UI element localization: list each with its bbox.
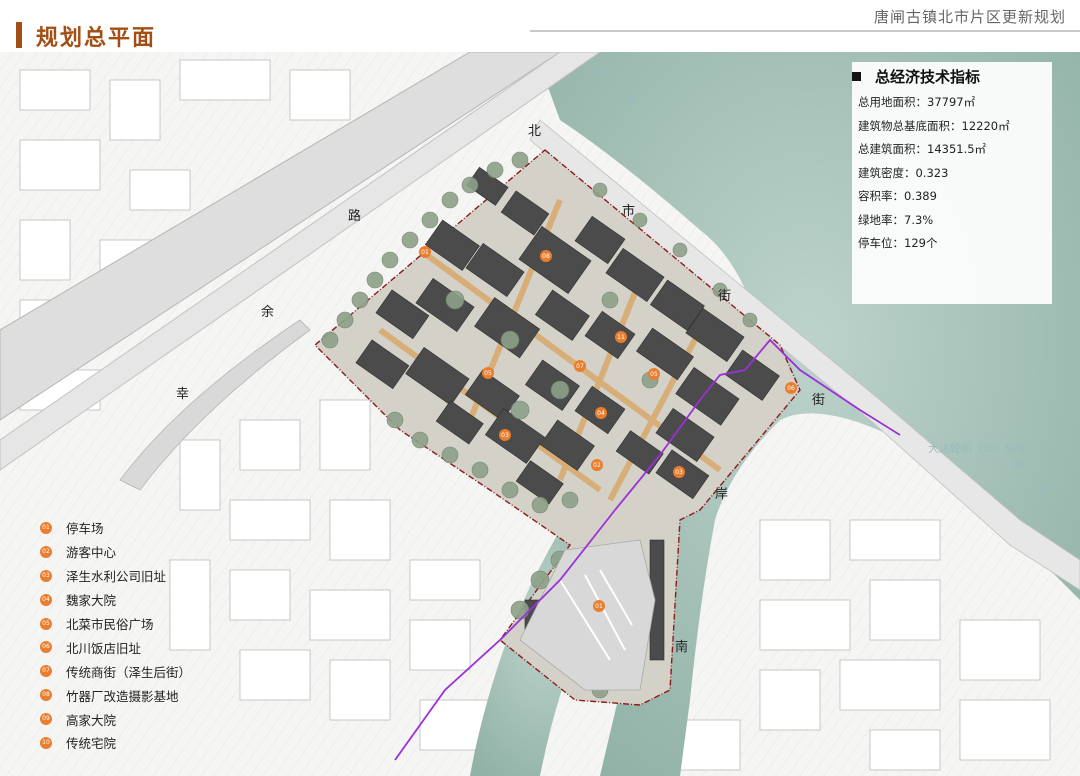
marker-07: 07 [574, 360, 586, 372]
legend-label: 停车场 [66, 521, 104, 537]
road-label-lu: 路 [348, 209, 362, 224]
svg-text:03: 03 [501, 432, 509, 439]
legend-item: 09 高家大院 [40, 707, 191, 731]
legend-number-badge: 06 [40, 641, 52, 654]
legend-label: 北川饭店旧址 [66, 640, 142, 656]
marker-01b: 01 [593, 600, 605, 612]
legend-item: 07 传统商街（泽生后街） [40, 659, 191, 683]
economic-indicators-panel: 总经济技术指标 总用地面积：37797㎡ 建筑物总基底面积：12220㎡ 总建筑… [852, 62, 1052, 304]
street-label-bei: 北 [528, 124, 542, 139]
legend-label: 泽生水利公司旧址 [66, 569, 167, 585]
svg-text:01: 01 [595, 603, 603, 610]
svg-text:05: 05 [650, 371, 658, 378]
legend-label: 魏家大院 [66, 593, 117, 609]
header: 规划总平面 唐闸古镇北市片区更新规划 [0, 0, 1080, 52]
marker-04: 04 [595, 407, 607, 419]
marker-05b: 05 [648, 368, 660, 380]
svg-text:04: 04 [597, 410, 605, 417]
legend-number-badge: 08 [40, 689, 52, 702]
river-label-yang: 扬 [626, 94, 637, 107]
legend-item: 05 北菜市民俗广场 [40, 612, 191, 636]
legend-number-badge: 05 [40, 617, 52, 630]
svg-text:02: 02 [593, 462, 601, 469]
legend-label: 高家大院 [66, 712, 117, 728]
bank-label-an: 岸 [715, 487, 729, 502]
dock-label: 大达轮船（埠）码头 [928, 442, 1027, 455]
road-label-xing: 幸 [176, 387, 190, 402]
marker-01a: 01 [419, 246, 431, 258]
marker-03a: 03 [499, 429, 511, 441]
legend-number-badge: 10 [40, 736, 52, 749]
svg-text:01: 01 [421, 249, 429, 256]
svg-text:06: 06 [787, 385, 795, 392]
street-label-jie-1: 街 [718, 289, 732, 304]
road-label-yu: 余 [261, 305, 275, 320]
svg-text:03: 03 [675, 469, 683, 476]
legend-label: 传统宅院 [66, 736, 117, 752]
legend-number-badge: 04 [40, 593, 52, 606]
indicator-plot-ratio: 容积率：0.389 [858, 189, 937, 203]
legend-label: 传统商街（泽生后街） [66, 664, 192, 680]
project-name: 唐闸古镇北市片区更新规划 [873, 8, 1066, 26]
marker-02: 02 [591, 459, 603, 471]
bullet-square-icon [852, 72, 861, 81]
svg-text:07: 07 [576, 363, 584, 370]
indicators-title: 总经济技术指标 [852, 66, 980, 87]
legend-item: 08 竹器厂改造摄影基地 [40, 683, 191, 707]
river-label-de: 德 [596, 66, 607, 79]
legend-item: 01 停车场 [40, 516, 191, 540]
legend-number-badge: 01 [40, 521, 52, 534]
legend-number-badge: 02 [40, 545, 52, 558]
bank-label-nan: 南 [675, 640, 689, 655]
site-legend: 01 停车场 02 游客中心 03 泽生水利公司旧址 04 魏家大院 05 北菜市民俗广场… [40, 516, 191, 755]
legend-label: 游客中心 [66, 545, 117, 561]
river-label-yun: 运 [1012, 457, 1023, 470]
legend-number-badge: 09 [40, 713, 52, 726]
title-accent-bar [16, 22, 22, 48]
header-divider [530, 30, 1080, 32]
marker-05a: 05 [482, 367, 494, 379]
street-label-jie-2: 街 [812, 393, 826, 408]
legend-label: 竹器厂改造摄影基地 [66, 688, 179, 704]
legend-item: 02 游客中心 [40, 540, 191, 564]
street-label-shi: 市 [622, 204, 636, 219]
legend-item: 03 泽生水利公司旧址 [40, 564, 191, 588]
river-label-he: 扬 [1040, 483, 1051, 496]
page-title: 规划总平面 [36, 26, 157, 51]
svg-text:08: 08 [542, 253, 550, 260]
marker-03b: 03 [673, 466, 685, 478]
marker-11: 11 [615, 331, 627, 343]
indicator-total-floor-area: 总建筑面积：14351.5㎡ [858, 142, 987, 156]
legend-item: 10 传统宅院 [40, 731, 191, 755]
marker-06: 06 [785, 382, 797, 394]
svg-text:11: 11 [617, 334, 625, 341]
indicator-parking: 停车位：129个 [858, 236, 938, 250]
legend-number-badge: 07 [40, 665, 52, 678]
legend-item: 06 北川饭店旧址 [40, 635, 191, 659]
indicator-green-ratio: 绿地率：7.3% [858, 212, 934, 227]
svg-text:05: 05 [484, 370, 492, 377]
legend-item: 04 魏家大院 [40, 588, 191, 612]
indicators-list: 总用地面积：37797㎡ 建筑物总基底面积：12220㎡ 总建筑面积：14351… [858, 94, 1010, 259]
indicator-building-density: 建筑密度：0.323 [858, 165, 949, 180]
legend-label: 北菜市民俗广场 [66, 617, 154, 632]
indicator-building-footprint: 建筑物总基底面积：12220㎡ [858, 118, 1010, 133]
marker-08: 08 [540, 250, 552, 262]
indicator-total-land-area: 总用地面积：37797㎡ [858, 95, 976, 109]
legend-number-badge: 03 [40, 569, 52, 582]
